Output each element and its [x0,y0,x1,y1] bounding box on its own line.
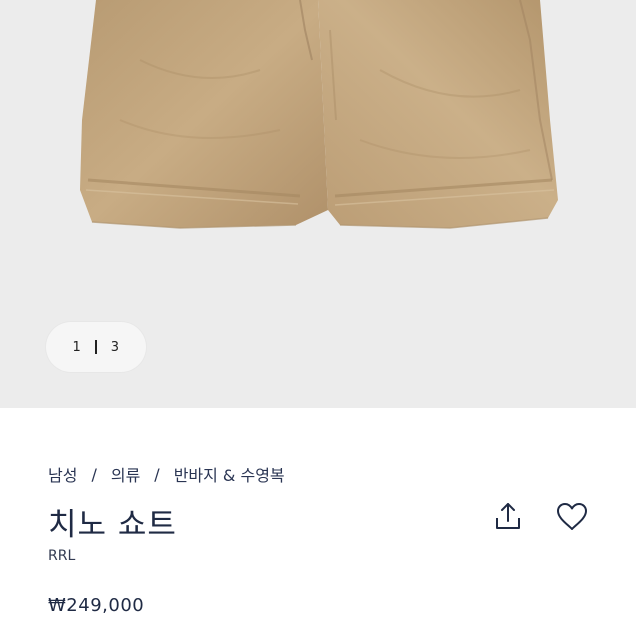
breadcrumb-item-men[interactable]: 남성 [48,462,77,486]
image-pager[interactable]: 1 3 [46,322,146,372]
share-button[interactable] [488,497,528,537]
pager-divider [95,340,97,354]
wishlist-button[interactable] [552,497,592,537]
breadcrumb-separator: / [154,464,160,484]
breadcrumb-separator: / [91,464,97,484]
breadcrumb: 남성 / 의류 / 반바지 & 수영복 [48,462,285,486]
breadcrumb-item-clothing[interactable]: 의류 [111,462,140,486]
pager-current: 1 [72,339,82,355]
pager-total: 3 [110,339,120,355]
brand-name[interactable]: RRL [48,548,75,564]
heart-icon [557,503,587,530]
product-image-gallery[interactable]: 1 3 [0,0,636,408]
product-info: 남성 / 의류 / 반바지 & 수영복 치노 쇼트 RRL ₩249,000 [0,408,636,636]
share-icon [496,503,520,529]
breadcrumb-item-shorts-swimwear[interactable]: 반바지 & 수영복 [174,462,285,486]
product-title: 치노 쇼트 [48,507,177,543]
product-price: ₩249,000 [48,595,145,616]
